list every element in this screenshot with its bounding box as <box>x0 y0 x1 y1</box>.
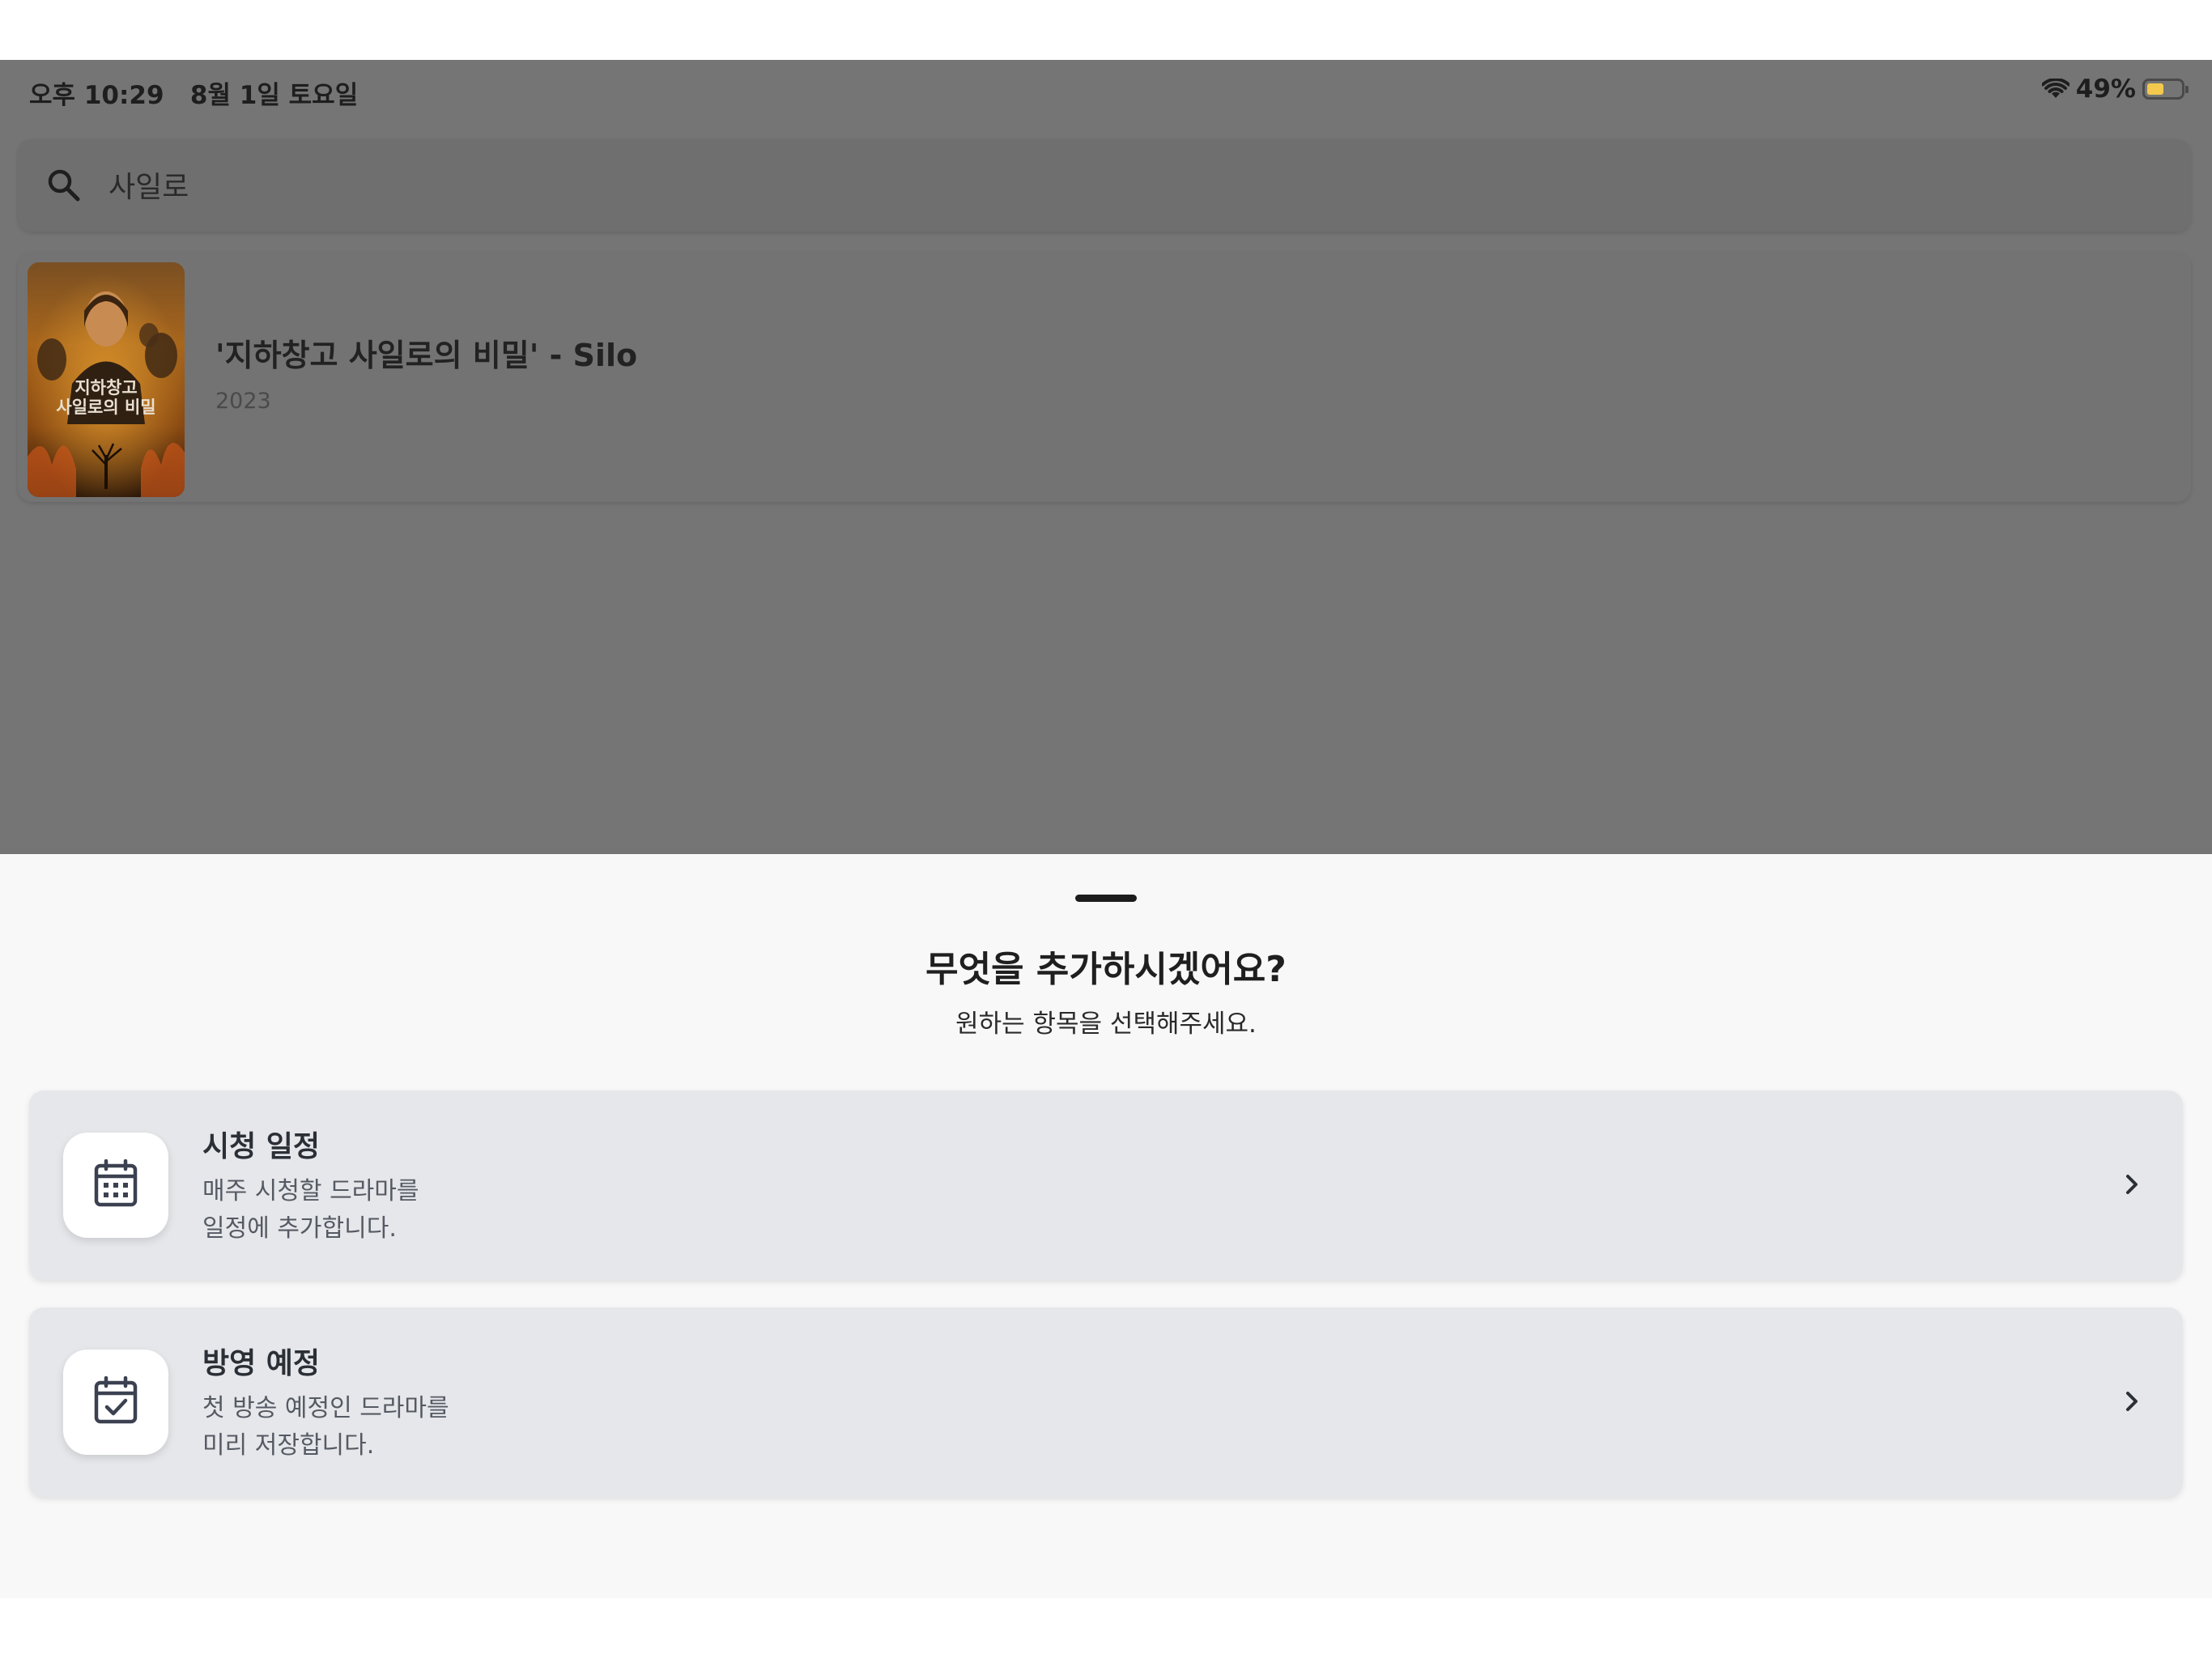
wifi-icon <box>2041 79 2069 100</box>
bottom-margin <box>0 1598 2212 1658</box>
poster-title-line1: 지하창고 <box>74 378 137 397</box>
battery-icon <box>2142 79 2189 100</box>
sheet-title: 무엇을 추가하시겠어요? <box>925 949 1287 990</box>
search-input[interactable]: 사일로 <box>108 164 189 206</box>
search-bar[interactable]: 사일로 <box>18 139 2191 232</box>
option-icon-box <box>63 1350 168 1455</box>
chevron-right-icon <box>2123 1168 2142 1204</box>
option-desc-line2: 미리 저장합니다. <box>202 1431 375 1460</box>
app-screen: 오후 10:29 8월 1일 토요일 49% 사일로 지하창고 사일로의 비밀 … <box>0 60 2212 1598</box>
poster-image: 지하창고 사일로의 비밀 <box>28 262 185 497</box>
calendar-grid-icon <box>93 1158 138 1211</box>
dimmed-background[interactable]: 오후 10:29 8월 1일 토요일 49% 사일로 지하창고 사일로의 비밀 … <box>0 60 2212 854</box>
sheet-subtitle: 원하는 항목을 선택해주세요. <box>955 1010 1257 1039</box>
search-result-item[interactable]: 지하창고 사일로의 비밀 '지하창고 사일로의 비밀' - Silo 2023 <box>18 253 2191 502</box>
battery-fill <box>2147 83 2163 95</box>
option-watch-schedule[interactable]: 시청 일정 매주 시청할 드라마를 일정에 추가합니다. <box>29 1090 2183 1280</box>
option-upcoming-release[interactable]: 방영 예정 첫 방송 예정인 드라마를 미리 저장합니다. <box>29 1307 2183 1497</box>
option-desc-line1: 매주 시청할 드라마를 <box>202 1177 419 1205</box>
result-year: 2023 <box>215 389 271 414</box>
bottom-sheet: 무엇을 추가하시겠어요? 원하는 항목을 선택해주세요. 시청 일정 매주 시청… <box>0 854 2212 1598</box>
option-title: 방영 예정 <box>202 1347 321 1380</box>
option-icon-box <box>63 1133 168 1238</box>
option-desc-line1: 첫 방송 예정인 드라마를 <box>202 1394 449 1422</box>
battery-percent: 49% <box>2075 74 2136 104</box>
sheet-grabber-handle[interactable] <box>1075 895 1137 902</box>
poster-title-line2: 사일로의 비밀 <box>56 397 155 417</box>
option-title: 시청 일정 <box>202 1130 321 1163</box>
result-title: '지하창고 사일로의 비밀' - Silo <box>215 338 638 373</box>
status-indicators: 49% <box>2041 73 2189 105</box>
status-time-date: 오후 10:29 8월 1일 토요일 <box>29 81 359 110</box>
calendar-check-icon <box>93 1375 138 1428</box>
status-bar: 오후 10:29 8월 1일 토요일 49% <box>0 60 2212 120</box>
option-description: 첫 방송 예정인 드라마를 미리 저장합니다. <box>202 1390 449 1465</box>
option-desc-line2: 일정에 추가합니다. <box>202 1214 397 1243</box>
option-description: 매주 시청할 드라마를 일정에 추가합니다. <box>202 1173 419 1248</box>
chevron-right-icon <box>2123 1385 2142 1421</box>
search-icon <box>45 167 81 206</box>
battery-cap <box>2185 86 2189 93</box>
